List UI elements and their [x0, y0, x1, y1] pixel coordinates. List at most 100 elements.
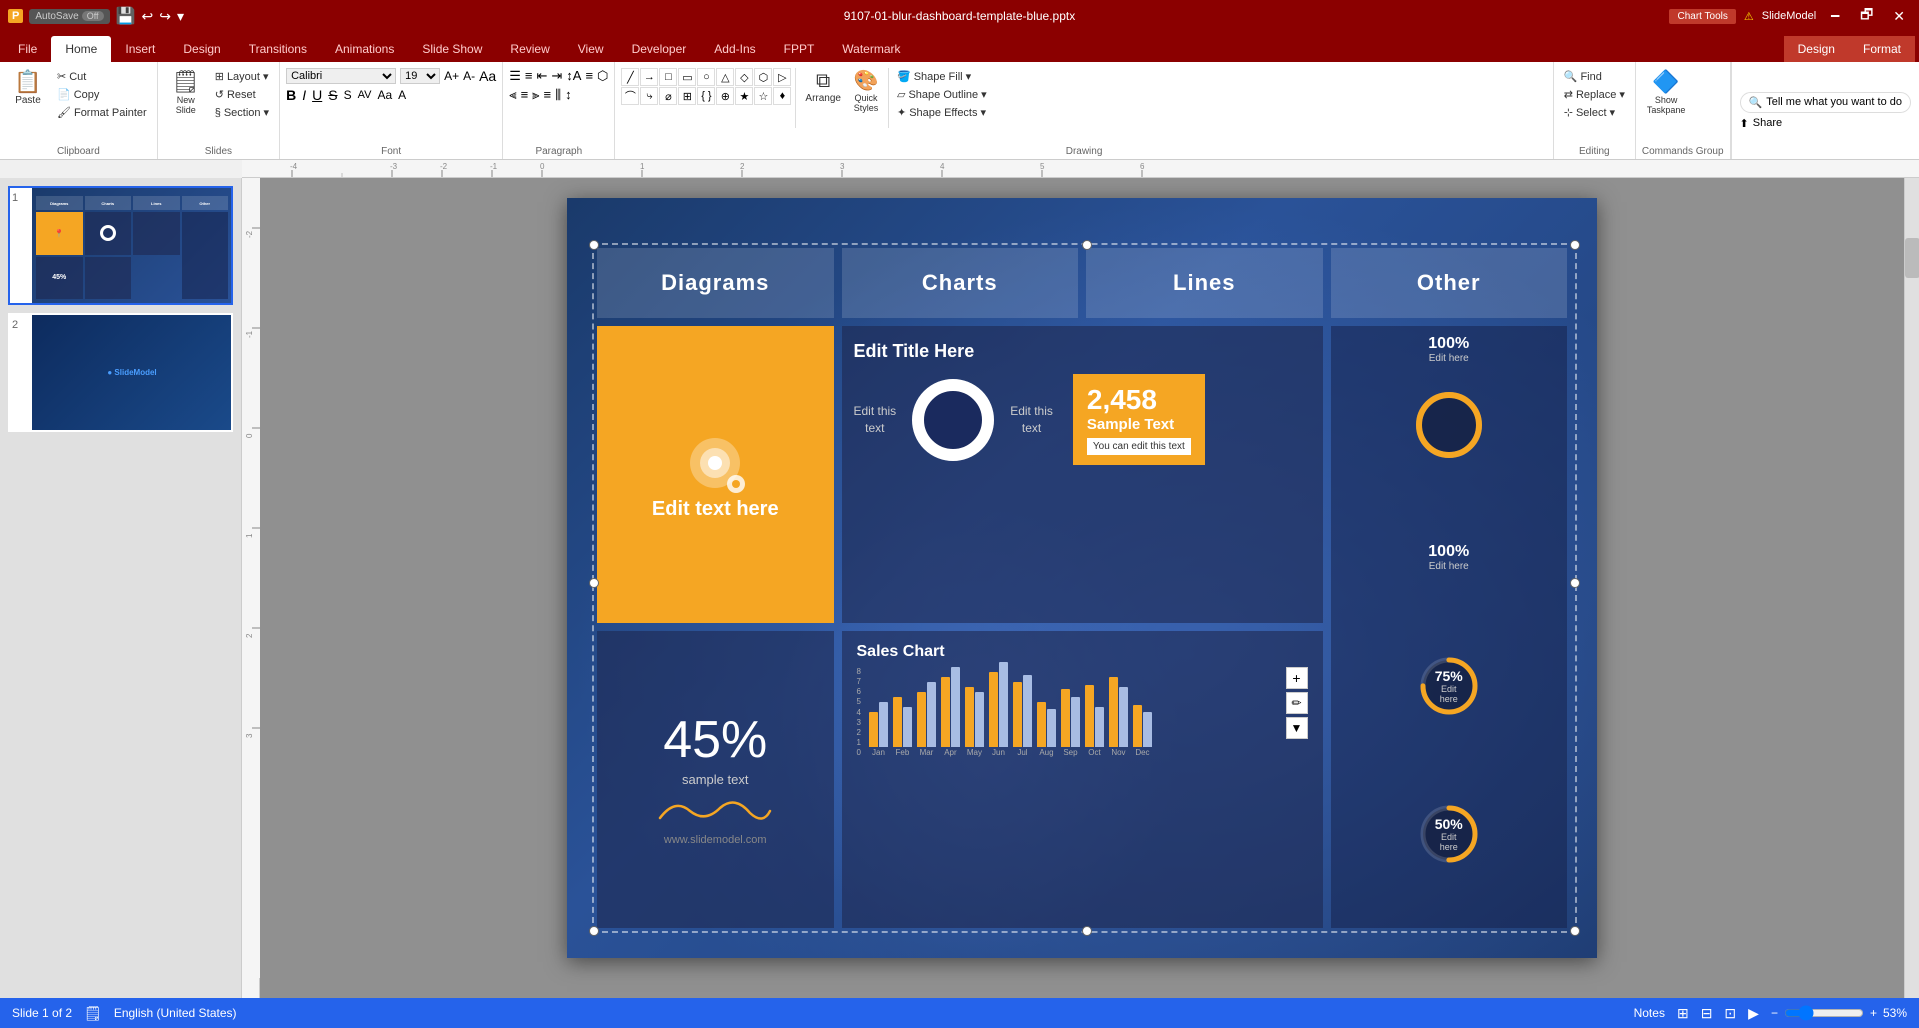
align-left-btn[interactable]: ⫷: [509, 87, 516, 103]
save-icon[interactable]: 💾: [116, 6, 136, 26]
arrange-button[interactable]: ⧉ Arrange: [800, 68, 846, 107]
shape4[interactable]: ◇: [735, 68, 753, 86]
indent-left-btn[interactable]: ⇤: [536, 68, 547, 84]
shape14[interactable]: ☆: [754, 87, 772, 105]
tab-addins[interactable]: Add-Ins: [700, 36, 769, 62]
reading-view-btn[interactable]: ⊡: [1724, 1005, 1736, 1022]
paste-button[interactable]: 📋 Paste: [6, 68, 50, 109]
shape6[interactable]: ▷: [773, 68, 791, 86]
sel-handle-tr[interactable]: [1570, 240, 1580, 250]
quick-styles-button[interactable]: 🎨 Quick Styles: [848, 68, 884, 116]
font-color-btn[interactable]: A: [398, 88, 406, 102]
header-lines[interactable]: Lines: [1086, 248, 1323, 318]
slide-thumb-1[interactable]: 1 Diagrams Charts Lines Other 📍: [8, 186, 233, 305]
smartart-btn[interactable]: ⬡: [597, 68, 608, 84]
normal-view-btn[interactable]: ⊞: [1677, 1005, 1689, 1022]
indent-right-btn[interactable]: ⇥: [551, 68, 562, 84]
line-spacing-btn[interactable]: ↕: [565, 87, 572, 103]
notes-btn[interactable]: Notes: [1634, 1006, 1665, 1020]
bold-btn[interactable]: B: [286, 87, 296, 103]
change-case-btn[interactable]: Aa: [377, 88, 392, 102]
text-shadow-btn[interactable]: S: [344, 88, 352, 102]
shape-effects-button[interactable]: ✦ Shape Effects ▾: [893, 104, 991, 121]
slide-sorter-btn[interactable]: ⊟: [1701, 1005, 1713, 1022]
font-increase-btn[interactable]: A+: [444, 69, 459, 83]
replace-button[interactable]: ⇄ Replace ▾: [1560, 86, 1629, 103]
number-card[interactable]: 2,458 Sample Text You can edit this text: [1073, 374, 1205, 465]
scrollbar-thumb[interactable]: [1905, 238, 1919, 278]
font-size-select[interactable]: 19: [400, 68, 440, 84]
col-btn[interactable]: ⫼: [555, 87, 561, 103]
select-button[interactable]: ⊹ Select ▾: [1560, 104, 1629, 121]
tell-me-input[interactable]: 🔍 Tell me what you want to do: [1740, 92, 1911, 113]
sel-handle-tm[interactable]: [1082, 240, 1092, 250]
header-charts[interactable]: Charts: [842, 248, 1079, 318]
font-decrease-btn[interactable]: A-: [463, 69, 475, 83]
underline-btn[interactable]: U: [312, 87, 322, 103]
shape12[interactable]: ⊕: [716, 87, 734, 105]
vertical-scrollbar[interactable]: [1904, 178, 1919, 998]
charts-area-cell[interactable]: Edit Title Here Edit thistext Edit thist…: [842, 326, 1323, 623]
edit-right-text[interactable]: Edit thistext: [1010, 403, 1053, 437]
italic-btn[interactable]: I: [302, 87, 306, 103]
tab-design[interactable]: Design: [169, 36, 234, 62]
redo-icon[interactable]: ↪: [159, 8, 171, 25]
find-button[interactable]: 🔍 Find: [1560, 68, 1629, 85]
tab-fppt[interactable]: FPPT: [770, 36, 829, 62]
sel-handle-mr[interactable]: [1570, 578, 1580, 588]
bullets-btn[interactable]: ☰: [509, 68, 521, 84]
rect-shape[interactable]: □: [659, 68, 677, 86]
align-center-btn[interactable]: ≡: [521, 87, 529, 103]
header-diagrams[interactable]: Diagrams: [597, 248, 834, 318]
section-button[interactable]: § Section ▾: [211, 104, 273, 121]
tab-file[interactable]: File: [4, 36, 51, 62]
maximize-btn[interactable]: 🗗: [1854, 2, 1879, 30]
format-painter-button[interactable]: 🖌 Format Painter: [53, 104, 151, 121]
minimize-btn[interactable]: 🗕: [1824, 2, 1846, 30]
new-slide-button[interactable]: 🗒 New Slide: [164, 68, 208, 118]
layout-button[interactable]: ⊞ Layout ▾: [211, 68, 273, 85]
line-shape[interactable]: ╱: [621, 68, 639, 86]
chart-plus-btn[interactable]: +: [1286, 667, 1308, 689]
rounded-rect-shape[interactable]: ▭: [678, 68, 696, 86]
undo-icon[interactable]: ↩: [141, 8, 153, 25]
header-other[interactable]: Other: [1331, 248, 1568, 318]
tab-home[interactable]: Home: [51, 36, 111, 62]
customize-icon[interactable]: ▾: [177, 8, 184, 25]
tab-view[interactable]: View: [564, 36, 618, 62]
tab-animations[interactable]: Animations: [321, 36, 408, 62]
copy-button[interactable]: 📄 Copy: [53, 86, 151, 103]
shape13[interactable]: ★: [735, 87, 753, 105]
orange-text[interactable]: Edit text here: [652, 498, 779, 521]
slideshow-btn[interactable]: ▶: [1748, 1005, 1759, 1022]
tab-slideshow[interactable]: Slide Show: [408, 36, 496, 62]
zoom-in-btn[interactable]: +: [1870, 1006, 1877, 1020]
align-text-btn[interactable]: ≡: [585, 68, 593, 84]
zoom-out-btn[interactable]: −: [1771, 1006, 1778, 1020]
shape7[interactable]: ⌒: [621, 87, 639, 105]
tab-design2[interactable]: Design: [1784, 36, 1849, 62]
close-btn[interactable]: ✕: [1887, 6, 1911, 27]
shape15[interactable]: ♦: [773, 87, 791, 105]
chart-pencil-btn[interactable]: ✏: [1286, 692, 1308, 714]
sel-handle-br[interactable]: [1570, 926, 1580, 936]
cut-button[interactable]: ✂ Cut: [53, 68, 151, 85]
align-right-btn[interactable]: ⫸: [532, 87, 539, 103]
arrow-shape[interactable]: →: [640, 68, 658, 86]
shape8[interactable]: ⤷: [640, 87, 658, 105]
tab-review[interactable]: Review: [496, 36, 563, 62]
sel-handle-ml[interactable]: [589, 578, 599, 588]
sel-handle-tl[interactable]: [589, 240, 599, 250]
clear-format-btn[interactable]: Aa: [479, 68, 496, 84]
zoom-slider[interactable]: [1784, 1005, 1864, 1021]
canvas-area[interactable]: Diagrams Charts Lines Other: [260, 178, 1904, 998]
triangle-shape[interactable]: △: [716, 68, 734, 86]
tab-developer[interactable]: Developer: [618, 36, 701, 62]
tab-transitions[interactable]: Transitions: [235, 36, 321, 62]
char-spacing-btn[interactable]: AV: [358, 89, 372, 101]
sel-handle-bm[interactable]: [1082, 926, 1092, 936]
numbering-btn[interactable]: ≡: [525, 68, 533, 84]
show-taskpane-button[interactable]: 🔷 Show Taskpane: [1642, 68, 1691, 118]
tab-watermark[interactable]: Watermark: [828, 36, 914, 62]
text-direction-btn[interactable]: ↕A: [566, 68, 581, 84]
